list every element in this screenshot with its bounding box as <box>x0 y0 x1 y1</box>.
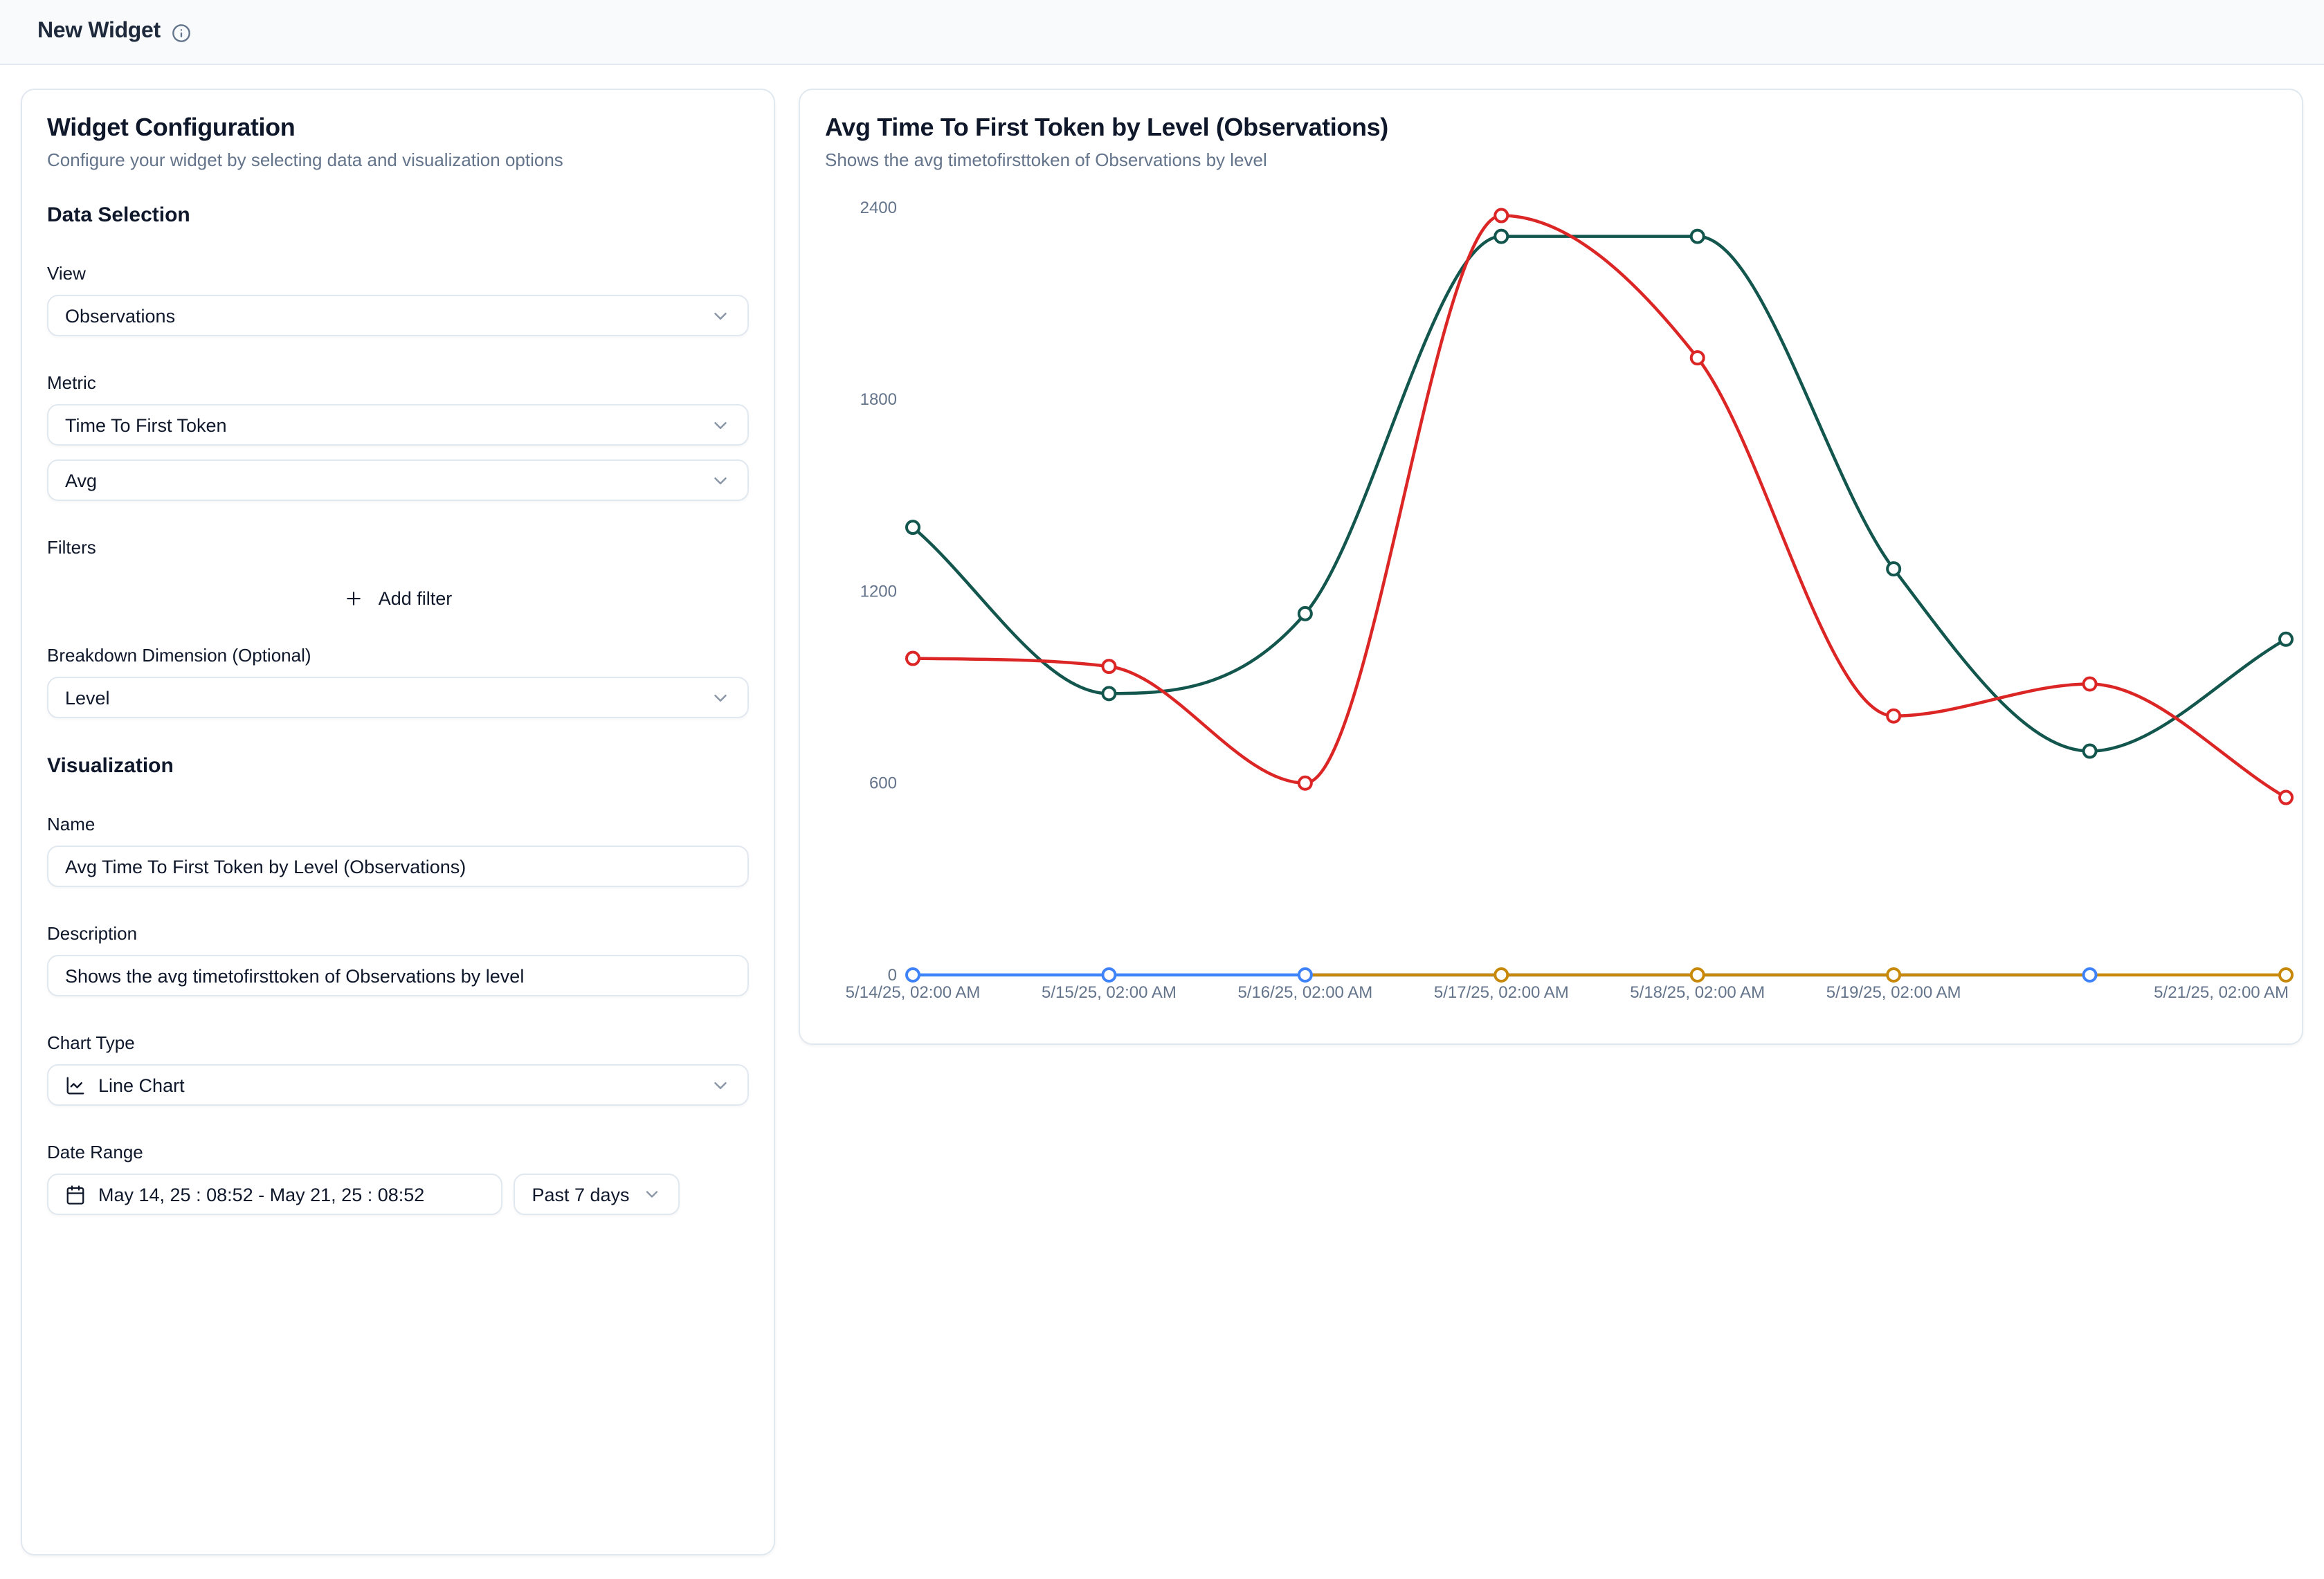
breakdown-select[interactable]: Level <box>47 677 749 718</box>
metric-select-value: Time To First Token <box>65 414 698 435</box>
series-teal-point <box>1299 608 1311 620</box>
series-gold-point <box>2280 969 2292 981</box>
chevron-down-icon <box>642 1185 662 1204</box>
add-filter-button[interactable]: Add filter <box>330 578 466 617</box>
date-preset-select[interactable]: Past 7 days <box>514 1174 680 1215</box>
name-input[interactable] <box>47 846 749 887</box>
date-range-value: May 14, 25 : 08:52 - May 21, 25 : 08:52 <box>98 1184 484 1205</box>
x-axis-tick-label: 5/15/25, 02:00 AM <box>1042 983 1177 1002</box>
series-red-point <box>2084 678 2096 691</box>
series-teal-point <box>2280 633 2292 646</box>
description-label: Description <box>47 923 749 944</box>
series-teal-point <box>1102 687 1115 700</box>
series-gold-point <box>1887 969 1900 981</box>
page-header: New Widget <box>0 0 2324 65</box>
view-select-value: Observations <box>65 305 698 326</box>
page-title: New Widget <box>37 19 161 44</box>
plus-icon <box>344 587 365 608</box>
chevron-down-icon <box>710 414 731 435</box>
config-title: Widget Configuration <box>47 113 749 143</box>
series-blue-point <box>1102 969 1115 981</box>
x-axis-tick-label: 5/17/25, 02:00 AM <box>1434 983 1569 1002</box>
y-axis-tick-label: 0 <box>888 966 897 985</box>
breakdown-select-value: Level <box>65 687 698 708</box>
config-subtitle: Configure your widget by selecting data … <box>47 149 749 170</box>
series-blue-point <box>907 969 919 981</box>
chart-type-select[interactable]: Line Chart <box>47 1064 749 1106</box>
date-preset-value: Past 7 days <box>532 1184 629 1205</box>
series-teal-point <box>1495 230 1507 243</box>
x-axis-tick-label: 5/21/25, 02:00 AM <box>2154 983 2289 1002</box>
series-red-point <box>1299 777 1311 790</box>
info-icon[interactable] <box>172 23 191 42</box>
metric-select[interactable]: Time To First Token <box>47 404 749 446</box>
name-label: Name <box>47 814 749 834</box>
chevron-down-icon <box>710 1075 731 1095</box>
date-range-row: May 14, 25 : 08:52 - May 21, 25 : 08:52 … <box>47 1174 749 1215</box>
series-red-point <box>2280 792 2292 804</box>
widget-config-panel: Widget Configuration Configure your widg… <box>21 89 775 1555</box>
y-axis-tick-label: 1200 <box>860 582 897 601</box>
view-label: View <box>47 263 749 284</box>
date-range-label: Date Range <box>47 1142 749 1162</box>
series-teal-point <box>1691 230 1704 243</box>
breakdown-label: Breakdown Dimension (Optional) <box>47 645 749 666</box>
chart-type-label: Chart Type <box>47 1032 749 1053</box>
series-red-point <box>1102 660 1115 673</box>
description-input[interactable] <box>47 955 749 996</box>
chart-panel: Avg Time To First Token by Level (Observ… <box>799 89 2303 1045</box>
series-blue-point <box>1299 969 1311 981</box>
app-root: New Widget Widget Configuration Configur… <box>0 0 2324 1324</box>
chart-type-value: Line Chart <box>98 1075 698 1095</box>
y-axis-tick-label: 2400 <box>860 199 897 217</box>
series-teal-point <box>1887 563 1900 575</box>
chart-line-icon <box>65 1075 86 1095</box>
x-axis-tick-label: 5/18/25, 02:00 AM <box>1630 983 1765 1002</box>
series-red-point <box>1495 210 1507 222</box>
y-axis-tick-label: 1800 <box>860 390 897 409</box>
y-axis-tick-label: 600 <box>869 774 897 793</box>
x-axis-tick-label: 5/19/25, 02:00 AM <box>1826 983 1961 1002</box>
series-teal-line <box>913 237 2286 751</box>
chart-subtitle: Shows the avg timetofirsttoken of Observ… <box>825 149 2277 170</box>
data-selection-heading: Data Selection <box>47 203 749 227</box>
chart-title: Avg Time To First Token by Level (Observ… <box>825 113 2277 143</box>
metric-label: Metric <box>47 372 749 393</box>
add-filter-label: Add filter <box>379 587 453 608</box>
series-gold-point <box>1495 969 1507 981</box>
x-axis-tick-label: 5/16/25, 02:00 AM <box>1237 983 1372 1002</box>
series-red-line <box>913 216 2286 798</box>
aggregation-select[interactable]: Avg <box>47 459 749 501</box>
calendar-icon <box>65 1184 86 1205</box>
main-content: Widget Configuration Configure your widg… <box>0 65 2324 1579</box>
chevron-down-icon <box>710 305 731 326</box>
series-red-point <box>1691 352 1704 364</box>
view-select[interactable]: Observations <box>47 295 749 336</box>
series-red-point <box>1887 710 1900 722</box>
visualization-heading: Visualization <box>47 754 749 778</box>
filters-label: Filters <box>47 537 749 558</box>
series-gold-point <box>1691 969 1704 981</box>
chevron-down-icon <box>710 687 731 708</box>
aggregation-select-value: Avg <box>65 470 698 491</box>
series-blue-point <box>2084 969 2096 981</box>
x-axis-tick-label: 5/14/25, 02:00 AM <box>846 983 981 1002</box>
chevron-down-icon <box>710 470 731 491</box>
date-range-button[interactable]: May 14, 25 : 08:52 - May 21, 25 : 08:52 <box>47 1174 502 1215</box>
line-chart: 0 600 1200 1800 2400 5/14/25, 02:00 AM 5/15/25… <box>800 90 2303 1045</box>
series-teal-point <box>907 521 919 533</box>
series-red-point <box>907 652 919 665</box>
series-teal-point <box>2084 745 2096 758</box>
